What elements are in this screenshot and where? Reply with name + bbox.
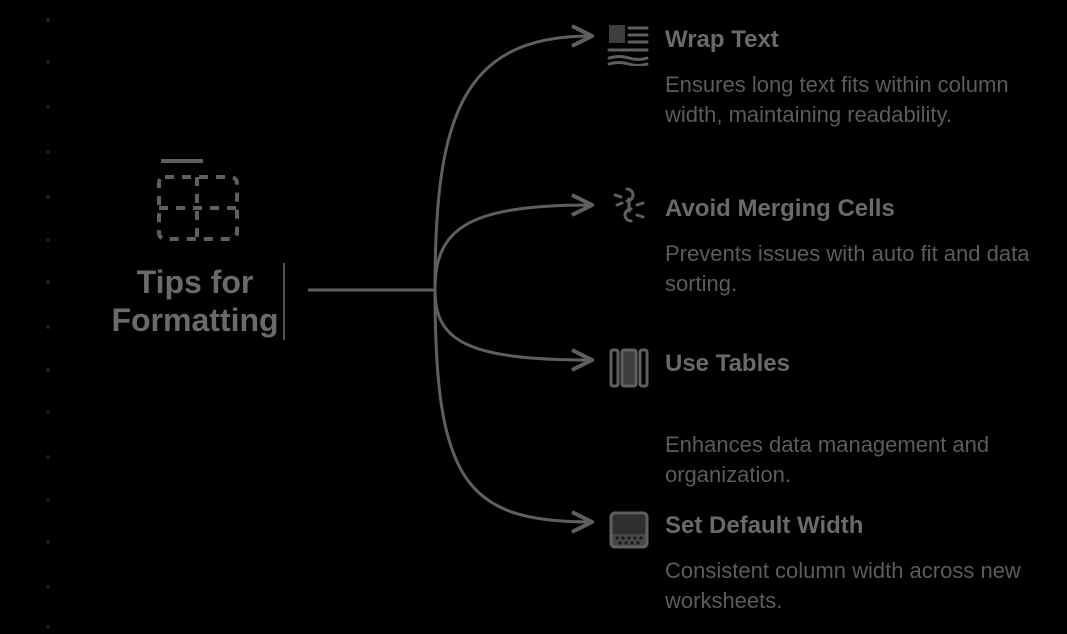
root-title-line1: Tips for [137,264,254,300]
columns-icon [605,344,653,392]
branch-title: Set Default Width [665,512,1045,540]
decorative-dots [0,0,60,634]
root-node: Tips for Formatting [88,155,308,340]
grid-table-icon [88,155,308,245]
branch-title: Use Tables [665,350,1045,378]
root-title-line2: Formatting [111,302,278,338]
branch-title: Avoid Merging Cells [665,195,1045,223]
branch-default-width: Set Default Width Consistent column widt… [665,512,1045,615]
connector-lines [300,0,600,634]
root-title: Tips for Formatting [111,263,284,340]
branch-desc: Prevents issues with auto fit and data s… [665,239,1045,298]
branch-title: Wrap Text [665,26,1045,54]
broken-link-icon [605,181,653,229]
branch-avoid-merging: Avoid Merging Cells Prevents issues with… [665,195,1045,298]
branch-desc: Consistent column width across new works… [665,556,1045,615]
container-icon [605,506,653,554]
branch-desc: Ensures long text fits within column wid… [665,70,1045,129]
branch-desc: Enhances data management and organizatio… [665,430,1045,489]
branch-use-tables: Use Tables Enhances data management and … [665,350,1045,489]
wrap-text-icon [605,20,653,68]
branch-wrap-text: Wrap Text Ensures long text fits within … [665,26,1045,129]
